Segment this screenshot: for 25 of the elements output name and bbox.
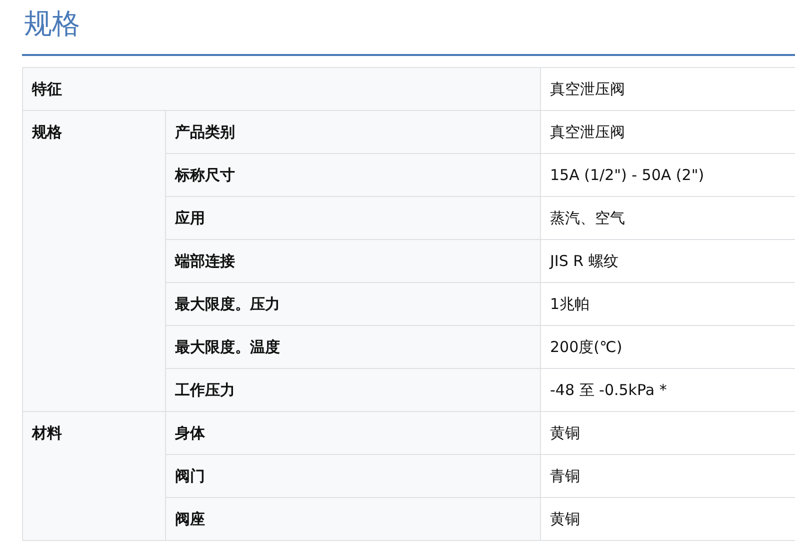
table-cell: 蒸汽、空气 xyxy=(550,208,625,226)
table-cell: 青铜 xyxy=(550,466,580,484)
group-label: 规格 xyxy=(32,122,62,143)
row-label: 工作压力 xyxy=(175,380,235,401)
row-label: 特征 xyxy=(32,79,62,100)
table-cell: 真空泄压阀 xyxy=(550,122,625,140)
table-cell: 15A (1/2") - 50A (2") xyxy=(550,166,704,184)
row-label: 端部连接 xyxy=(175,251,235,272)
section-title: 规格 xyxy=(23,6,81,42)
row-label: 最大限度。温度 xyxy=(175,337,280,358)
row-label: 标称尺寸 xyxy=(175,165,235,186)
row-label: 阀座 xyxy=(175,509,205,530)
table-cell: 200度(℃) xyxy=(550,338,622,356)
table-cell: 真空泄压阀 xyxy=(550,80,625,98)
table-cell: JIS R 螺纹 xyxy=(550,252,618,270)
row-label: 阀门 xyxy=(175,466,205,487)
row-label: 身体 xyxy=(175,423,205,444)
row-label: 产品类别 xyxy=(175,122,235,143)
row-label: 应用 xyxy=(175,208,205,229)
table-cell: -48 至 -0.5kPa * xyxy=(550,380,667,398)
group-label: 材料 xyxy=(32,423,62,444)
table-cell: 黄铜 xyxy=(550,510,580,528)
table-cell: 黄铜 xyxy=(550,424,580,442)
table-cell: 1兆帕 xyxy=(550,294,590,312)
row-label: 最大限度。压力 xyxy=(175,294,280,315)
